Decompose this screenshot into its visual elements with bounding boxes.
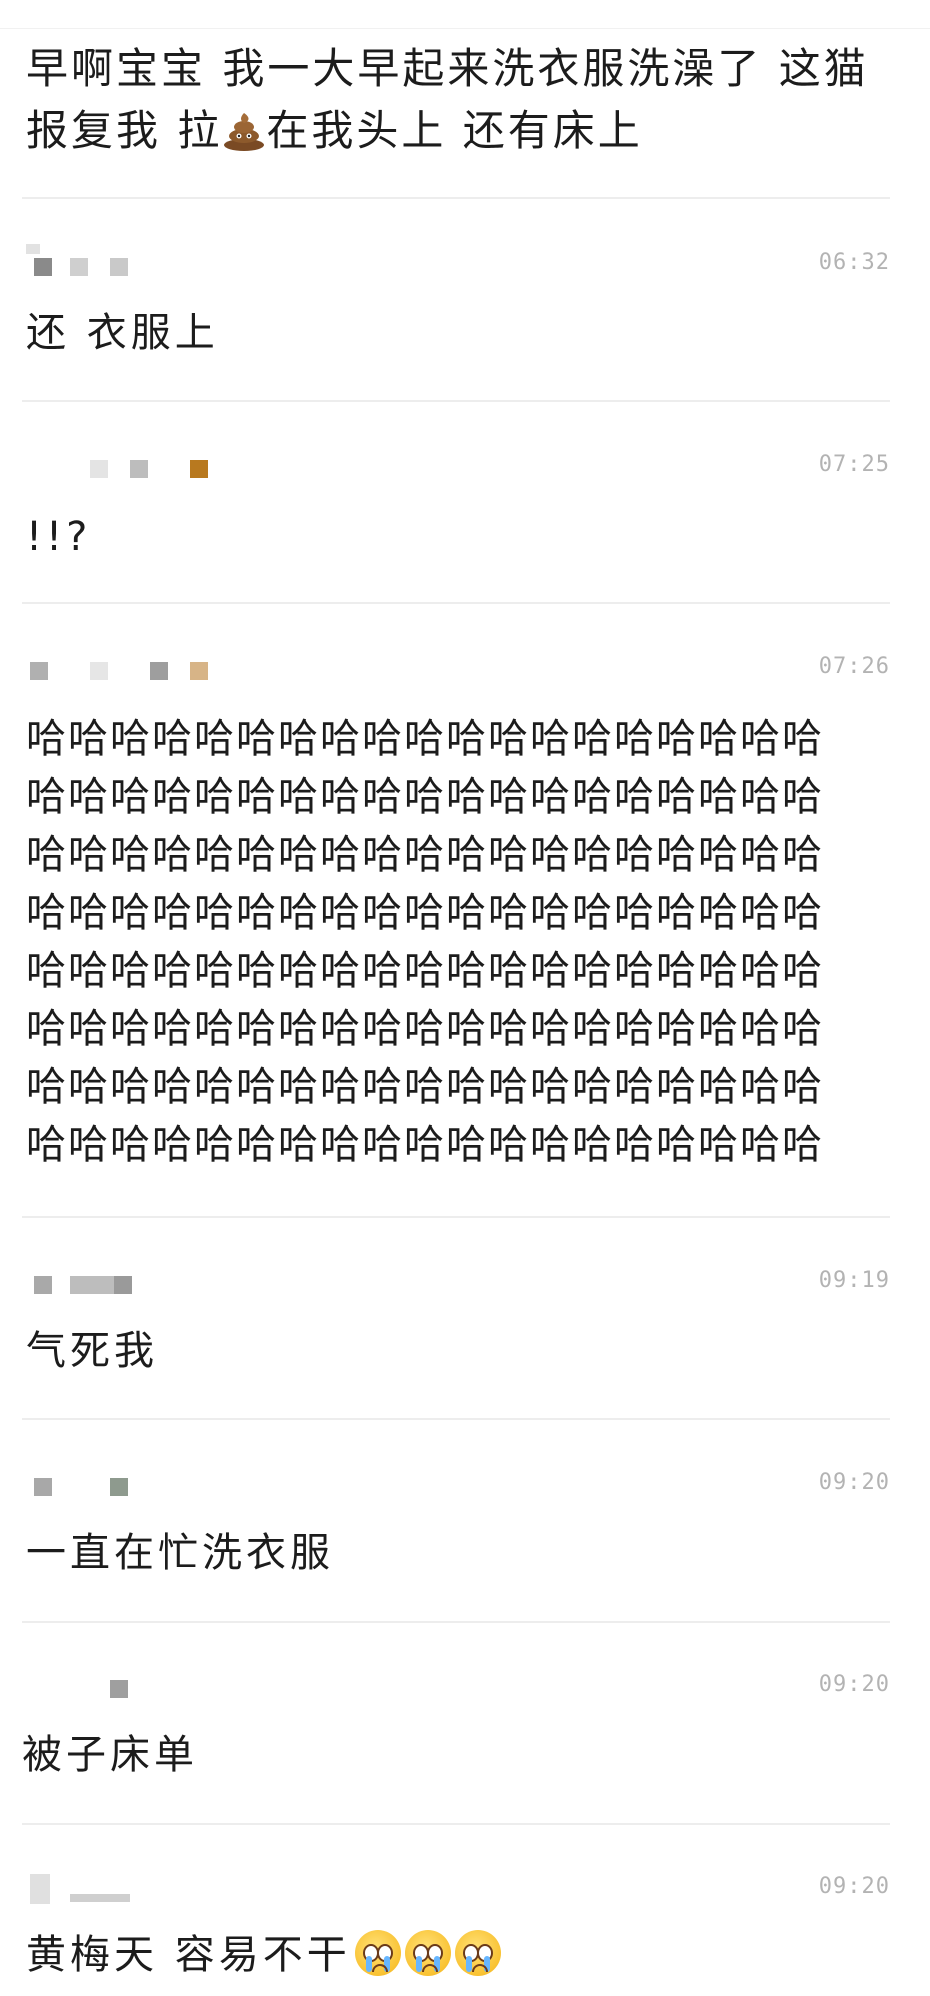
- redaction-pixel: [190, 460, 208, 478]
- comment-text-content: 黄梅天 容易不干: [26, 1932, 351, 1978]
- redaction-pixel: [34, 258, 52, 276]
- comment-item[interactable]: 09:20 一直在忙洗衣服: [0, 1470, 930, 1610]
- redaction-pixel: [34, 1478, 52, 1496]
- redaction-pixel: [90, 460, 108, 478]
- redaction-mark: [26, 244, 40, 254]
- redaction-pixel: [70, 1894, 130, 1902]
- redaction-pixel: [110, 258, 128, 276]
- redaction-pixel: [34, 1276, 52, 1294]
- redaction-pixel: [90, 662, 108, 680]
- commenter-name-redacted: [26, 452, 526, 482]
- comment-text: 黄梅天 容易不干: [26, 1926, 866, 1984]
- comment-time: 09:20: [818, 1672, 890, 1697]
- commenter-name-redacted: [26, 244, 526, 280]
- redaction-pixel: [110, 1680, 128, 1698]
- comment-text: 哈哈哈哈哈哈哈哈哈哈哈哈哈哈哈哈哈哈哈哈哈哈哈哈哈哈哈哈哈哈哈哈哈哈哈哈哈哈哈哈…: [26, 716, 824, 1168]
- divider: [22, 197, 890, 199]
- redaction-pixel: [114, 1276, 132, 1294]
- crying-face-icon: [404, 1930, 451, 1976]
- comment-text: 气死我: [26, 1328, 158, 1374]
- comment-text: !!?: [26, 514, 92, 560]
- commenter-name-redacted: [26, 1672, 526, 1702]
- comment-time: 09:20: [818, 1470, 890, 1495]
- comment-text: 被子床单: [22, 1732, 198, 1778]
- comment-item[interactable]: 06:32 还 衣服上: [0, 244, 930, 390]
- redaction-pixel: [30, 662, 48, 680]
- comment-item[interactable]: 09:19 气死我: [0, 1268, 930, 1408]
- commenter-name-redacted: [26, 654, 526, 684]
- comment-time: 07:26: [818, 654, 890, 679]
- commenter-name-redacted: [26, 1268, 526, 1298]
- comment-time: 09:20: [818, 1874, 890, 1899]
- redaction-pixel: [70, 258, 88, 276]
- redaction-pixel: [30, 1874, 50, 1904]
- redaction-pixel: [130, 460, 148, 478]
- comment-item[interactable]: 09:20 被子床单: [0, 1672, 930, 1812]
- comment-time: 07:25: [818, 452, 890, 477]
- divider: [22, 1823, 890, 1825]
- divider: [22, 1418, 890, 1420]
- comment-text: 还 衣服上: [26, 310, 219, 356]
- redaction-pixel: [190, 662, 208, 680]
- crying-face-icon: [354, 1930, 401, 1976]
- commenter-name-redacted: [26, 1874, 526, 1904]
- crying-face-icon: [454, 1930, 501, 1976]
- comment-item[interactable]: 07:26 哈哈哈哈哈哈哈哈哈哈哈哈哈哈哈哈哈哈哈哈哈哈哈哈哈哈哈哈哈哈哈哈哈哈…: [0, 654, 930, 1194]
- comment-time: 09:19: [818, 1268, 890, 1293]
- divider: [22, 1621, 890, 1623]
- comment-time: 06:32: [818, 250, 890, 275]
- poop-emoji-icon: [222, 106, 266, 151]
- divider: [22, 602, 890, 604]
- redaction-pixel: [150, 662, 168, 680]
- commenter-name-redacted: [26, 1470, 526, 1500]
- comment-item[interactable]: 09:20 黄梅天 容易不干: [0, 1874, 930, 1996]
- divider: [22, 400, 890, 402]
- divider: [22, 1216, 890, 1218]
- post-text-part2: 在我头上 还有床上: [266, 106, 643, 155]
- redaction-pixel: [70, 1276, 114, 1294]
- top-divider: [0, 28, 930, 29]
- comment-text: 一直在忙洗衣服: [26, 1530, 334, 1576]
- redaction-pixel: [110, 1478, 128, 1496]
- comment-item[interactable]: 07:25 !!?: [0, 452, 930, 592]
- post-body: 早啊宝宝 我一大早起来洗衣服洗澡了 这猫报复我 拉 在我头上 还有床上: [26, 38, 896, 162]
